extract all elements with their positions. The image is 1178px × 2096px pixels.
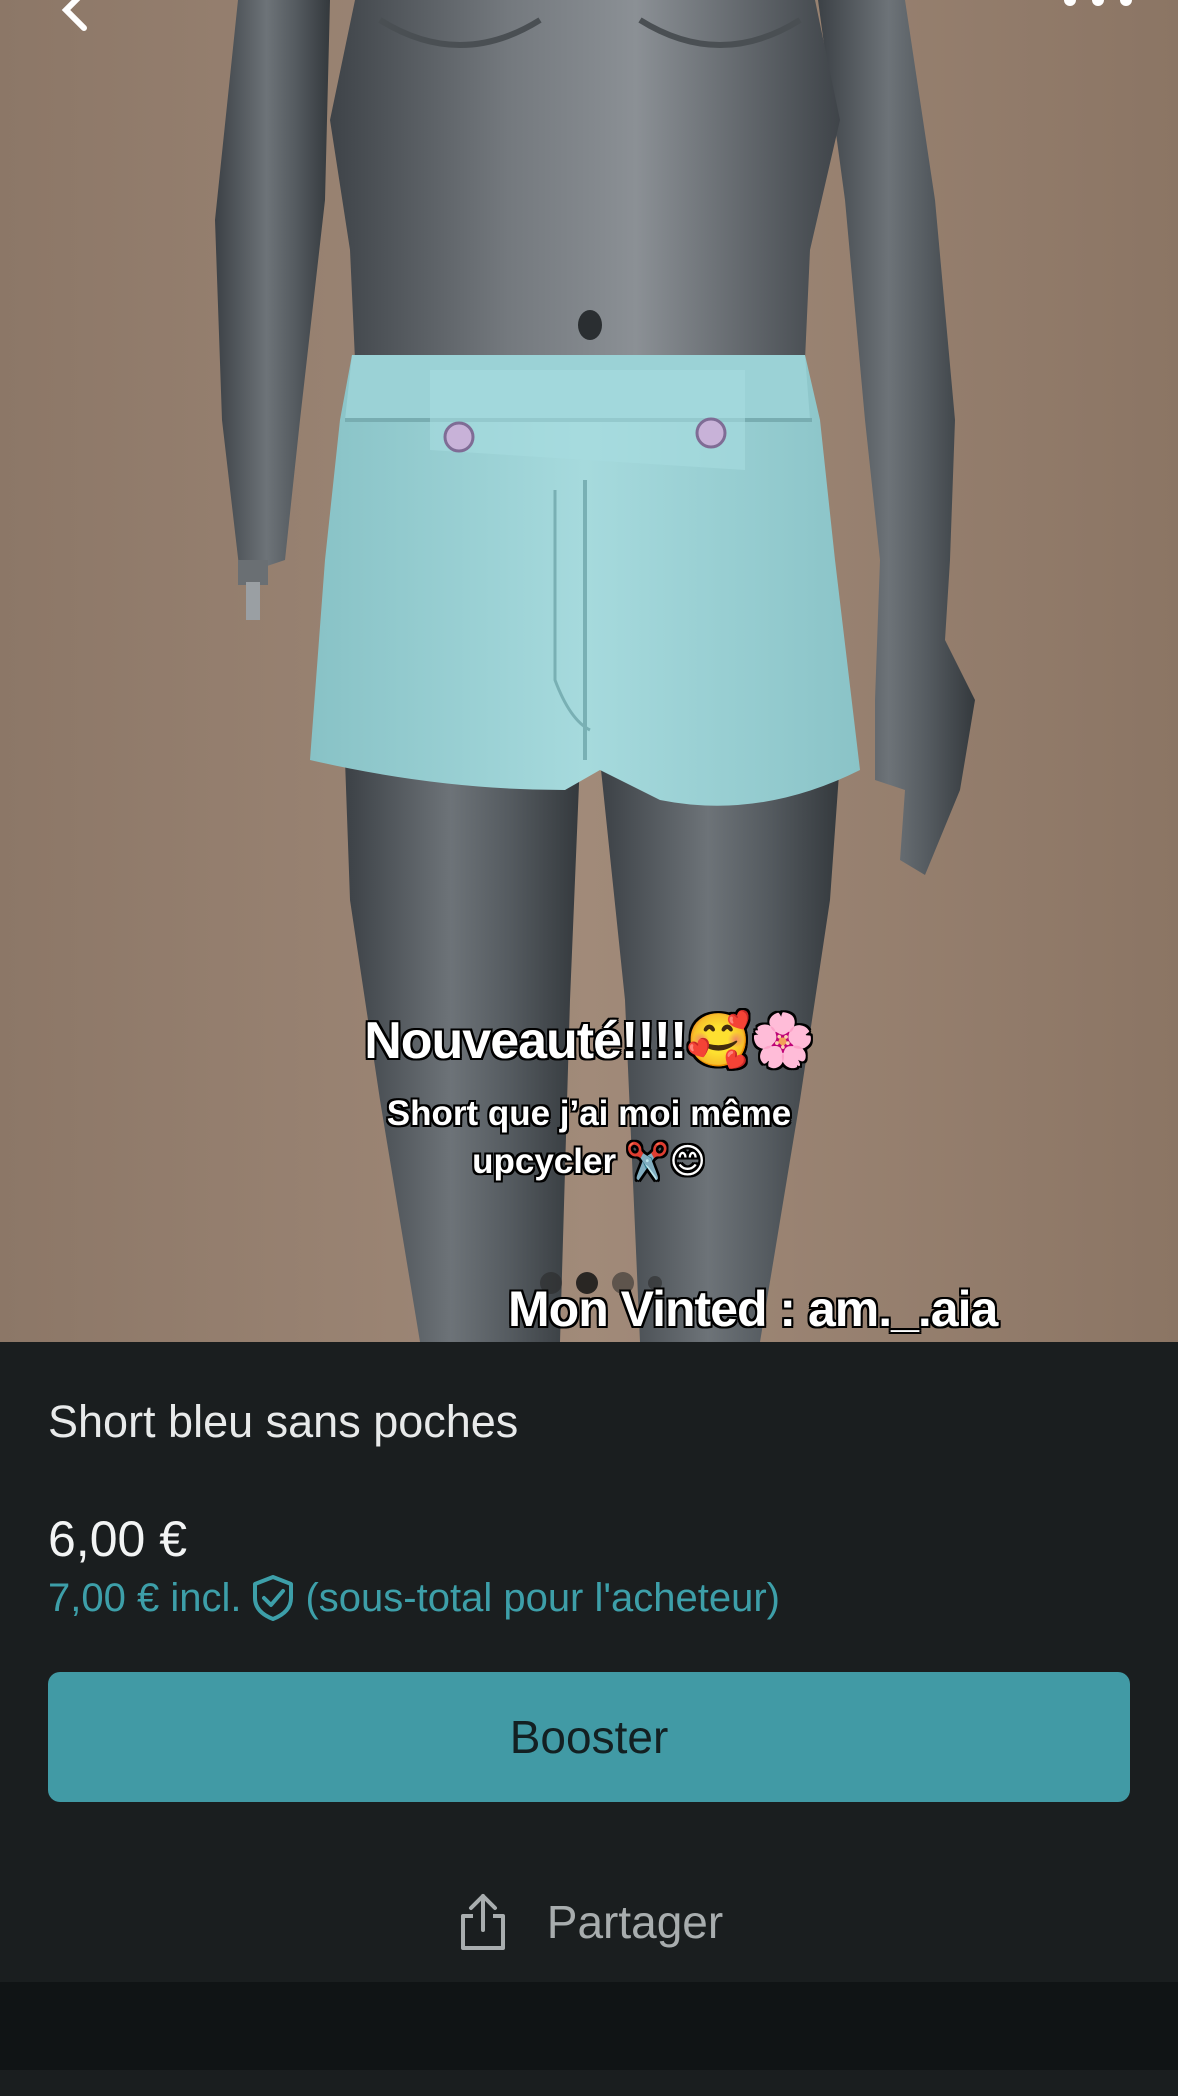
item-title: Short bleu sans poches <box>48 1396 519 1447</box>
caption-line-2: upcycler ✂️😊 <box>472 1142 706 1181</box>
share-icon <box>460 1894 505 1950</box>
buyer-price-note: (sous-total pour l'acheteur) <box>305 1575 780 1620</box>
bottom-bar <box>0 1982 1178 2070</box>
bottom-strip <box>0 2070 1178 2096</box>
caption-subtitle: Short que j’ai moi même upcycler ✂️😊 <box>0 1090 1178 1186</box>
shield-check-icon[interactable] <box>251 1574 295 1622</box>
caption-vinted-handle: Mon Vinted : am._.aia <box>508 1281 998 1337</box>
caption-line-1: Short que j’ai moi même <box>386 1094 792 1133</box>
caption-title: Nouveauté!!!!🥰🌸 <box>364 1012 815 1070</box>
back-arrow-icon[interactable] <box>48 0 98 32</box>
product-photo[interactable]: Nouveauté!!!!🥰🌸 Short que j’ai moi même … <box>0 0 1178 1342</box>
booster-button[interactable]: Booster <box>48 1672 1130 1802</box>
item-price: 6,00 € <box>48 1511 188 1567</box>
listing-panel: Short bleu sans poches 6,00 € 7,00 € inc… <box>0 1342 1178 1982</box>
buyer-price-row[interactable]: 7,00 € incl. (sous-total pour l'acheteur… <box>48 1574 780 1622</box>
share-button[interactable]: Partager <box>0 1882 1178 1962</box>
booster-button-label: Booster <box>509 1711 669 1763</box>
more-dots-icon[interactable] <box>1058 0 1138 12</box>
share-button-label: Partager <box>546 1896 724 1948</box>
buyer-price: 7,00 € incl. <box>48 1575 242 1620</box>
